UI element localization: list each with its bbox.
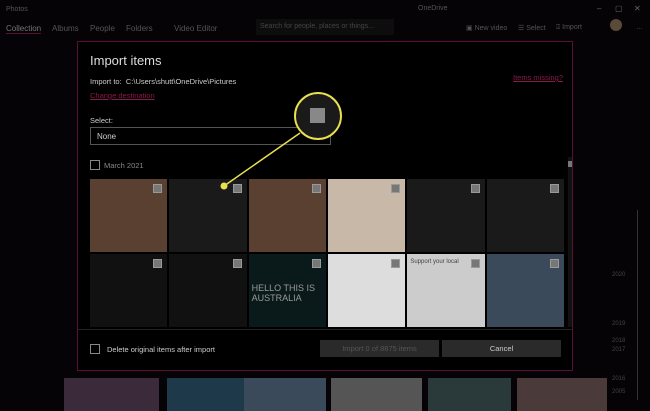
checkbox-zoom-icon <box>310 108 325 123</box>
callout-magnifier <box>294 92 342 140</box>
callout-pointer <box>220 132 301 190</box>
